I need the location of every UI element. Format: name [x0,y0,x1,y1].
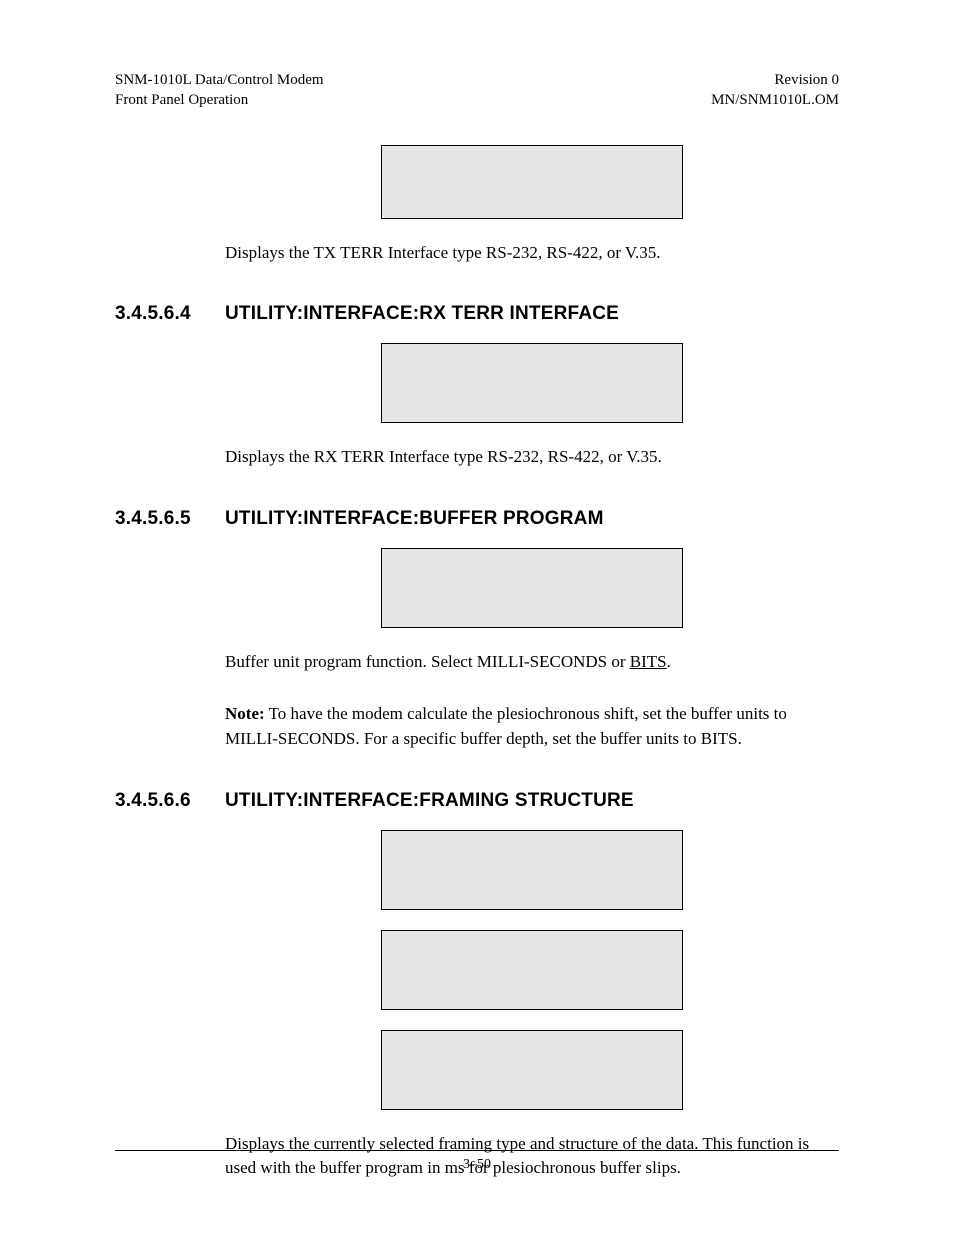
header-right-line2: MN/SNM1010L.OM [711,92,839,108]
document-page: SNM-1010L Data/Control Modem Front Panel… [0,0,954,1235]
section-title: UTILITY:INTERFACE:RX TERR INTERFACE [225,303,839,325]
header-right: Revision 0 MN/SNM1010L.OM [711,70,839,111]
page-header: SNM-1010L Data/Control Modem Front Panel… [115,70,839,111]
section-heading: 3.4.5.6.5 UTILITY:INTERFACE:BUFFER PROGR… [115,508,839,530]
buffer-text-prefix: Buffer unit program function. Select MIL… [225,652,630,671]
header-left: SNM-1010L Data/Control Modem Front Panel… [115,70,324,111]
page-footer: 3–50 [115,1150,839,1173]
section-number: 3.4.5.6.5 [115,508,225,530]
display-box [381,548,683,628]
header-right-line1: Revision 0 [774,72,839,88]
section-title: UTILITY:INTERFACE:FRAMING STRUCTURE [225,790,839,812]
section-heading: 3.4.5.6.6 UTILITY:INTERFACE:FRAMING STRU… [115,790,839,812]
body-paragraph: Displays the RX TERR Interface type RS-2… [225,445,839,470]
footer-rule [115,1150,839,1151]
note-label: Note: [225,704,265,723]
note-paragraph: Note: To have the modem calculate the pl… [225,702,839,751]
intro-paragraph: Displays the TX TERR Interface type RS-2… [225,241,839,266]
display-box [381,830,683,910]
body-paragraph: Buffer unit program function. Select MIL… [225,650,839,675]
section-number: 3.4.5.6.6 [115,790,225,812]
intro-block: Displays the TX TERR Interface type RS-2… [225,145,839,266]
display-box [381,1030,683,1110]
section-body: Buffer unit program function. Select MIL… [225,548,839,752]
header-left-line1: SNM-1010L Data/Control Modem [115,72,324,88]
display-box [381,930,683,1010]
section-title: UTILITY:INTERFACE:BUFFER PROGRAM [225,508,839,530]
section-body: Displays the currently selected framing … [225,830,839,1181]
display-box [381,343,683,423]
page-number: 3–50 [115,1157,839,1173]
note-text: To have the modem calculate the plesioch… [225,704,787,748]
buffer-text-suffix: . [667,652,671,671]
buffer-text-underlined: BITS [630,652,667,671]
section-number: 3.4.5.6.4 [115,303,225,325]
section-heading: 3.4.5.6.4 UTILITY:INTERFACE:RX TERR INTE… [115,303,839,325]
section-body: Displays the RX TERR Interface type RS-2… [225,343,839,470]
display-box [381,145,683,219]
header-left-line2: Front Panel Operation [115,92,248,108]
